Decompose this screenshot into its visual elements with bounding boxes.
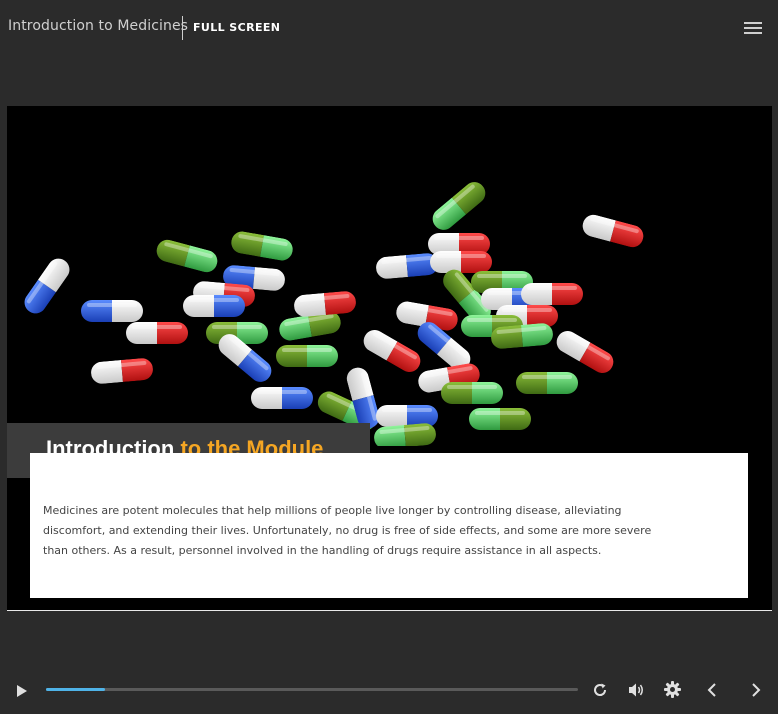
progress-fill <box>46 688 105 691</box>
capsule <box>20 254 74 318</box>
slide-text-panel: Medicines are potent molecules that help… <box>30 453 748 598</box>
capsule <box>81 300 143 322</box>
capsule <box>90 357 154 385</box>
capsule <box>293 290 357 318</box>
top-bar: Introduction to Medicines FULL SCREEN <box>0 0 778 56</box>
capsule <box>359 325 425 377</box>
capsule <box>521 283 583 305</box>
capsule <box>516 372 578 394</box>
capsule <box>375 252 439 280</box>
capsule <box>251 387 313 409</box>
hamburger-menu-icon[interactable] <box>744 22 762 36</box>
capsule <box>441 382 503 404</box>
play-icon[interactable] <box>15 683 29 702</box>
capsule <box>552 326 618 378</box>
slide-bottom-border <box>7 610 772 611</box>
capsule <box>154 237 220 275</box>
previous-icon[interactable] <box>706 682 718 702</box>
slide-body-text: Medicines are potent molecules that help… <box>43 504 652 557</box>
capsule <box>126 322 188 344</box>
capsule <box>276 345 338 367</box>
progress-bar[interactable] <box>46 688 578 691</box>
player-controls <box>0 672 778 708</box>
settings-icon[interactable] <box>664 681 681 702</box>
slide: Introduction to the Module Medicines are… <box>7 106 772 610</box>
capsule <box>428 177 490 235</box>
capsule <box>183 295 245 317</box>
capsule <box>376 405 438 427</box>
course-title: Introduction to Medicines <box>8 18 189 34</box>
replay-icon[interactable] <box>592 682 608 702</box>
full-screen-button[interactable]: FULL SCREEN <box>193 21 280 34</box>
title-divider <box>182 16 183 40</box>
capsule <box>229 229 295 263</box>
capsule <box>580 212 646 250</box>
capsule <box>469 408 531 430</box>
capsules-image <box>20 177 646 446</box>
volume-icon[interactable] <box>628 682 646 702</box>
next-icon[interactable] <box>750 682 762 702</box>
capsule <box>430 251 492 273</box>
